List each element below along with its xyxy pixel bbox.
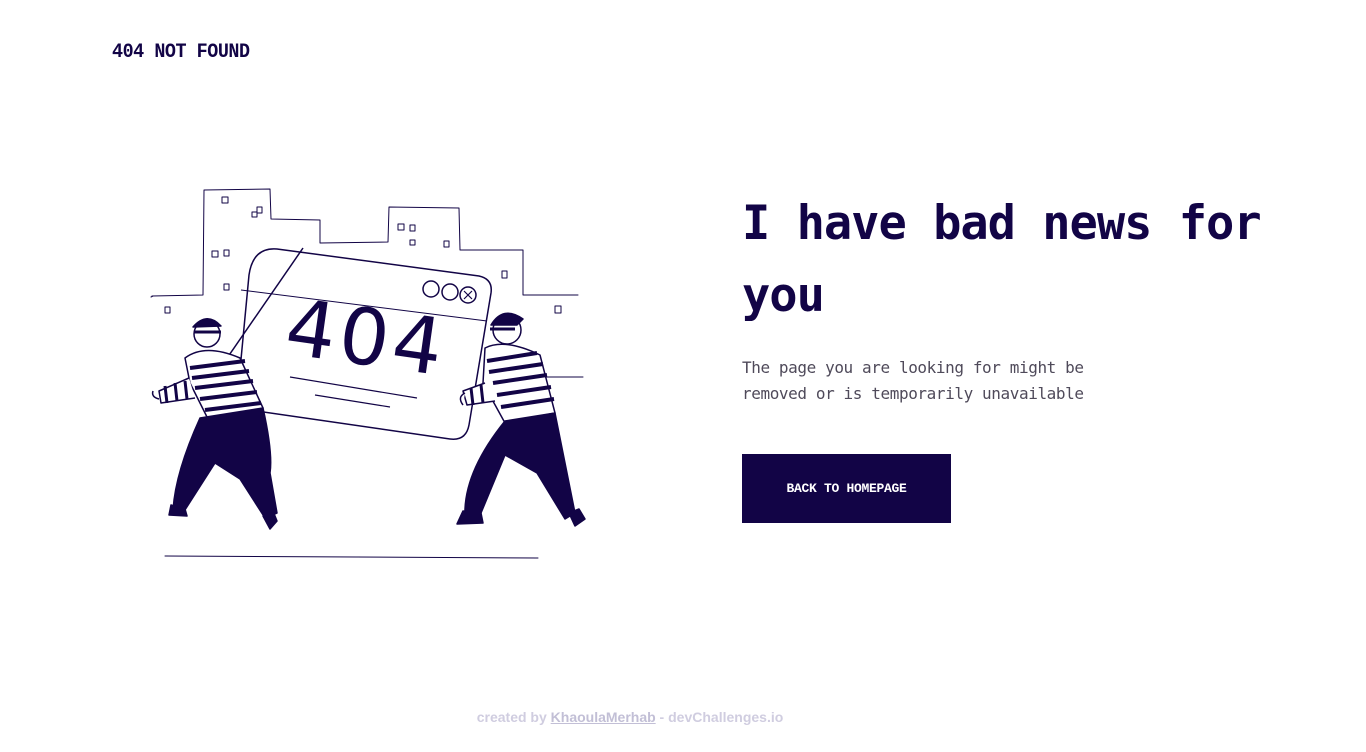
thieves-carrying-404-illustration: 404 bbox=[150, 188, 586, 559]
logo[interactable]: 404 NOT FOUND bbox=[112, 41, 250, 64]
footer-separator: - bbox=[655, 709, 669, 725]
page-description: The page you are looking for might be re… bbox=[742, 358, 1084, 403]
back-to-homepage-button[interactable]: BACK TO HOMEPAGE bbox=[742, 454, 951, 523]
footer-author-link[interactable]: KhaoulaMerhab bbox=[551, 709, 656, 725]
footer-site: devChallenges.io bbox=[668, 709, 784, 725]
page-headline: I have bad news for you bbox=[742, 196, 1262, 323]
footer: created by KhaoulaMerhab - devChallenges… bbox=[0, 709, 1260, 725]
footer-prefix: created by bbox=[476, 709, 547, 725]
